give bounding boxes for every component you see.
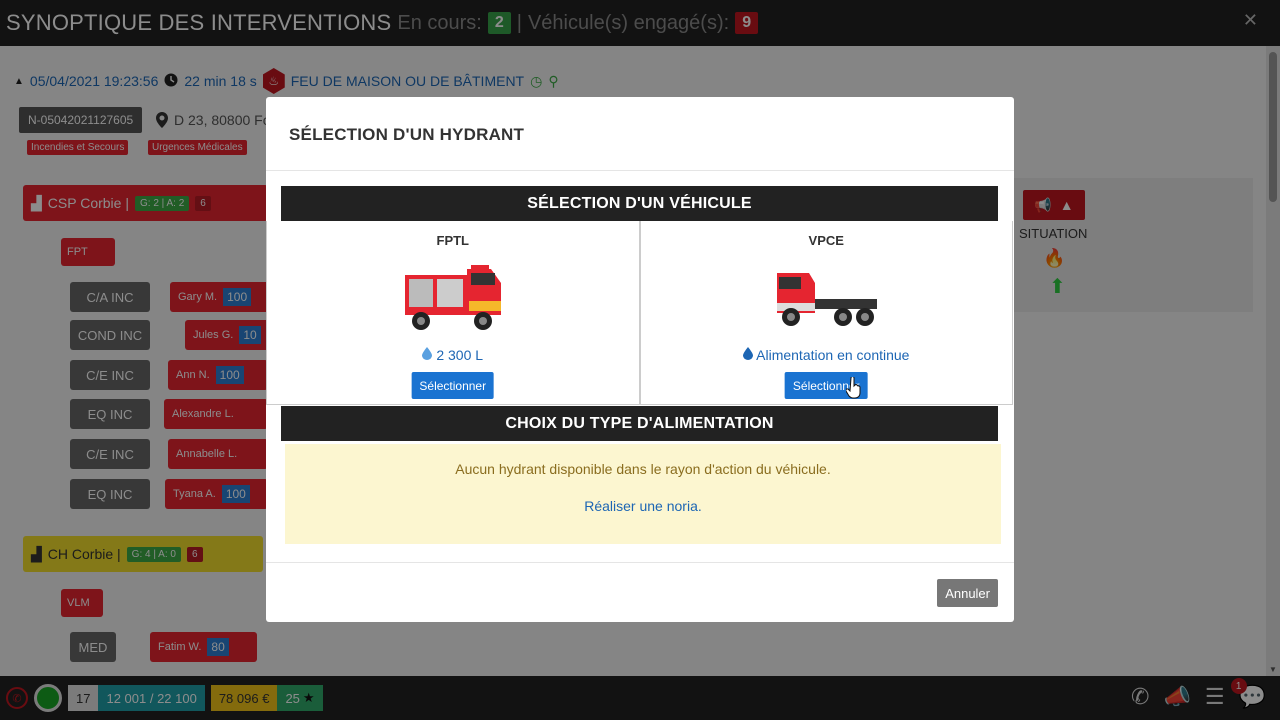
vehicle-water-info: Alimentation en continue (641, 347, 1013, 363)
vehicle-card-fptl: FPTL 2 300 L Sélectionner (266, 221, 640, 405)
tractor-unit-image (771, 263, 881, 338)
water-drop-icon (743, 347, 754, 360)
vehicle-water-capacity: 2 300 L (436, 347, 484, 363)
vehicle-name: VPCE (808, 233, 844, 248)
vehicle-section-header: SÉLECTION D'UN VÉHICULE (281, 186, 998, 221)
no-hydrant-alert: Aucun hydrant disponible dans le rayon d… (285, 444, 1001, 544)
vehicle-card-vpce: VPCE Alimentation en continue Sélectionn… (639, 221, 1013, 405)
modal-title: SÉLECTION D'UN HYDRANT (289, 125, 525, 144)
vehicle-water-info: 2 300 L (267, 347, 639, 363)
cancel-button[interactable]: Annuler (937, 579, 998, 607)
select-fptl-button[interactable]: Sélectionner (411, 372, 495, 399)
modal-footer: Annuler (266, 562, 1014, 622)
hydrant-selection-modal: SÉLECTION D'UN HYDRANT SÉLECTION D'UN VÉ… (266, 97, 1014, 622)
vehicle-water-supply: Alimentation en continue (756, 347, 910, 363)
hand-cursor-icon (845, 376, 862, 399)
no-hydrant-message: Aucun hydrant disponible dans le rayon d… (455, 461, 831, 477)
water-drop-icon (422, 347, 433, 360)
vehicle-grid: FPTL 2 300 L Sélectionner VPCE Alimentat… (266, 221, 1013, 405)
supply-section-header: CHOIX DU TYPE D'ALIMENTATION (281, 406, 998, 441)
vehicle-name: FPTL (436, 233, 470, 248)
noria-link[interactable]: Réaliser une noria. (285, 498, 1001, 514)
modal-header: SÉLECTION D'UN HYDRANT (266, 97, 1014, 171)
fire-truck-image (401, 263, 505, 340)
